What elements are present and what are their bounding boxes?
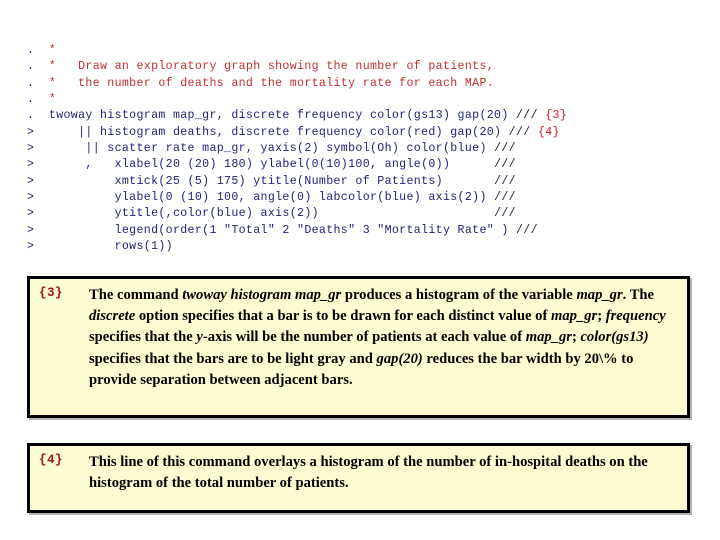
code-term: map_gr (576, 287, 623, 303)
code-spacer (319, 207, 494, 220)
code-text: * Draw an exploratory graph showing the … (34, 60, 495, 74)
code-line: . * (27, 92, 693, 108)
note-text: produces a histogram of the variable (341, 287, 577, 303)
code-spacer (487, 142, 494, 155)
annotation-text-3: The command twoway histogram map_gr prod… (89, 285, 680, 391)
code-term: map_gr (551, 308, 598, 325)
note-text: This line of this command overlays a his… (89, 454, 648, 492)
code-line: > || scatter rate map_gr, yaxis(2) symbo… (27, 141, 693, 157)
annotation-text-4: This line of this command overlays a his… (89, 452, 680, 494)
code-text: || histogram deaths, discrete frequency … (34, 125, 502, 139)
code-line: > , xlabel(20 (20) 180) ylabel(0(10)100,… (27, 157, 693, 173)
code-line: . twoway histogram map_gr, discrete freq… (27, 108, 693, 124)
code-text: legend(order(1 "Total" 2 "Deaths" 3 "Mor… (34, 223, 509, 237)
code-text: || scatter rate map_gr, yaxis(2) symbol(… (34, 142, 487, 156)
code-spacer (450, 158, 494, 171)
code-term: color(gs13) (580, 329, 649, 346)
code-term: gap(20) (376, 350, 423, 367)
code-text: * (34, 93, 57, 107)
code-term: twoway histogram map_gr (182, 287, 342, 303)
line-continuation-marker: /// (494, 191, 516, 205)
line-continuation-marker: /// (494, 207, 516, 221)
note-text: ; (597, 308, 606, 325)
code-text: , xlabel(20 (20) 180) ylabel(0(10)100, a… (34, 158, 451, 172)
code-line: > ytitle(,color(blue) axis(2)) /// (27, 206, 693, 222)
code-line: > legend(order(1 "Total" 2 "Deaths" 3 "M… (27, 223, 693, 239)
annotation-marker-3: {3} (39, 286, 63, 300)
line-continuation-marker: /// (494, 142, 516, 156)
note-text: The command (89, 287, 183, 303)
code-spacer (487, 191, 494, 204)
code-line: > ylabel(0 (10) 100, angle(0) labcolor(b… (27, 190, 693, 206)
annotation-box-4: {4} This line of this command overlays a… (27, 443, 690, 513)
note-text: option specifies that a bar is to be dra… (135, 308, 551, 325)
code-term: map_gr (525, 329, 572, 346)
line-continuation-marker: /// (508, 125, 531, 139)
code-line: > || histogram deaths, discrete frequenc… (27, 125, 693, 141)
code-text: rows(1)) (34, 240, 173, 254)
note-text: . The (622, 287, 655, 303)
code-line: > rows(1)) (27, 239, 693, 255)
annotation-reference: {3} (545, 109, 568, 123)
annotation-inner-3: {3} The command twoway histogram map_gr … (30, 279, 687, 415)
code-line: > xmtick(25 (5) 175) ytitle(Number of Pa… (27, 174, 693, 190)
line-continuation-marker: /// (515, 223, 538, 237)
annotation-box-3: {3} The command twoway histogram map_gr … (27, 276, 690, 418)
code-term: frequency (605, 308, 666, 325)
code-line: . * the number of deaths and the mortali… (27, 76, 693, 92)
annotation-marker-4: {4} (39, 453, 63, 467)
note-text: -axis will be the number of patients at … (202, 329, 526, 346)
code-term: discrete (89, 308, 136, 325)
annotation-reference: {4} (537, 125, 560, 139)
code-line: . * (27, 43, 693, 59)
code-spacer (509, 224, 516, 237)
line-continuation-marker: /// (494, 158, 516, 172)
line-continuation-marker: /// (494, 174, 516, 188)
code-text: * the number of deaths and the mortality… (34, 76, 495, 90)
code-spacer (509, 109, 516, 122)
code-listing: . *. * Draw an exploratory graph showing… (27, 43, 693, 255)
code-text: ytitle(,color(blue) axis(2)) (34, 207, 319, 221)
note-text: specifies that the (89, 329, 197, 346)
code-spacer (501, 126, 508, 139)
code-spacer (443, 175, 494, 188)
code-text: * (34, 44, 57, 57)
annotation-inner-4: {4} This line of this command overlays a… (30, 446, 687, 510)
line-continuation-marker: /// (515, 109, 538, 123)
code-text: twoway histogram map_gr, discrete freque… (34, 109, 509, 123)
code-text: xmtick(25 (5) 175) ytitle(Number of Pati… (34, 174, 443, 188)
note-text: specifies that the bars are to be light … (89, 350, 377, 367)
code-line: . * Draw an exploratory graph showing th… (27, 59, 693, 75)
code-text: ylabel(0 (10) 100, angle(0) labcolor(blu… (34, 191, 487, 205)
code-spacer (531, 126, 538, 139)
